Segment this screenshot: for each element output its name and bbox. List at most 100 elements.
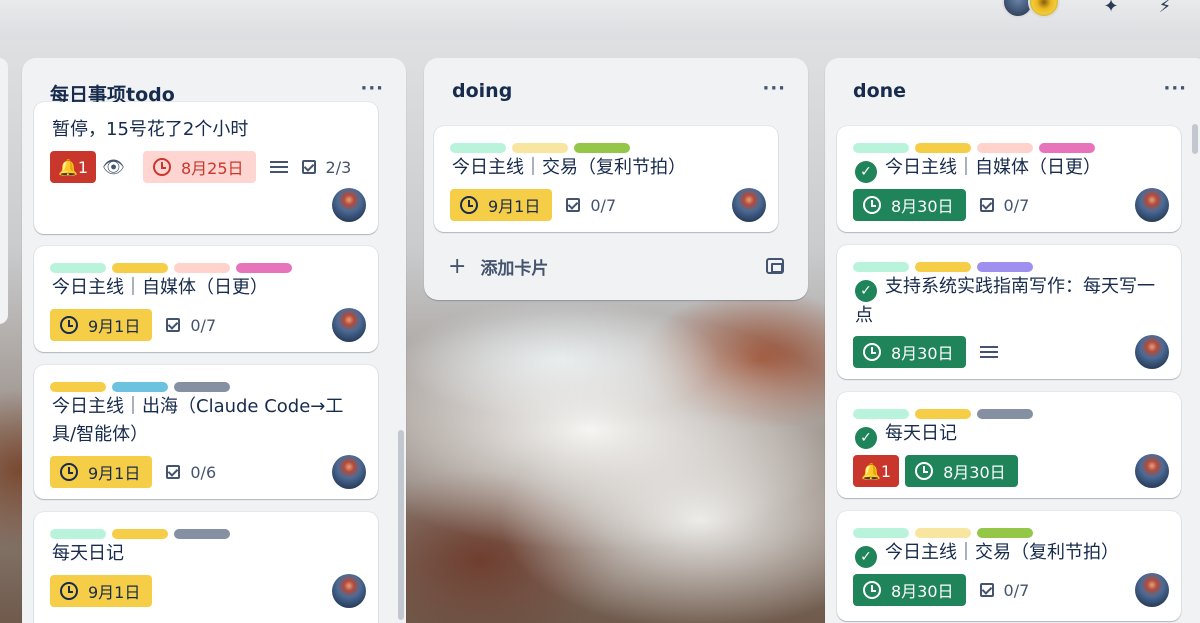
- complete-check-icon[interactable]: ✓: [855, 546, 877, 568]
- card-title: ✓ 今日主线｜交易（复利节拍）: [855, 539, 1155, 568]
- card-labels: [50, 258, 298, 273]
- due-date-badge[interactable]: 8月25日: [142, 151, 256, 183]
- complete-check-icon[interactable]: ✓: [855, 161, 877, 183]
- avatar[interactable]: [332, 455, 366, 489]
- due-date-badge[interactable]: 9月1日: [50, 575, 153, 607]
- due-date-badge[interactable]: 8月30日: [853, 336, 966, 368]
- due-date-badge[interactable]: 8月30日: [853, 574, 966, 606]
- list-menu-icon[interactable]: ···: [360, 78, 384, 99]
- avatar[interactable]: [332, 574, 366, 608]
- label[interactable]: [853, 528, 909, 538]
- label[interactable]: [236, 263, 292, 273]
- card-labels: [50, 524, 236, 539]
- add-card-button[interactable]: + 添加卡片: [448, 254, 548, 279]
- label[interactable]: [853, 409, 909, 419]
- avatar[interactable]: [1135, 573, 1169, 607]
- card-title-text: 今日主线｜交易（复利节拍）: [885, 542, 1119, 563]
- due-date: 8月30日: [891, 344, 954, 363]
- checklist-badge: 0/7: [979, 581, 1029, 600]
- list-menu-icon[interactable]: ···: [762, 78, 786, 99]
- card[interactable]: ✓ 支持系统实践指南写作：每天写一点 8月30日: [837, 245, 1181, 379]
- card[interactable]: 今日主线｜交易（复利节拍） 9月1日 0/7: [434, 126, 778, 232]
- complete-check-icon[interactable]: ✓: [855, 427, 877, 449]
- due-date: 9月1日: [88, 464, 141, 483]
- label[interactable]: [915, 143, 971, 153]
- card-title: 今日主线｜自媒体（日更）: [52, 277, 268, 298]
- label[interactable]: [50, 529, 106, 539]
- card[interactable]: 暂停，15号花了2个小时 🔔 1 👁 8月25日 2/3: [34, 102, 378, 234]
- checklist-count: 0/6: [190, 462, 217, 482]
- label[interactable]: [853, 143, 909, 153]
- list-scrollbar[interactable]: [398, 430, 404, 620]
- notification-badge[interactable]: 🔔 1: [50, 151, 97, 183]
- label[interactable]: [450, 143, 506, 153]
- card-title: 今日主线｜出海（Claude Code→工具/智能体）: [52, 396, 344, 445]
- label[interactable]: [50, 382, 106, 392]
- due-date: 9月1日: [488, 197, 541, 216]
- label[interactable]: [112, 263, 168, 273]
- due-date-badge[interactable]: 9月1日: [50, 456, 153, 488]
- label[interactable]: [977, 143, 1033, 153]
- card[interactable]: ✓ 今日主线｜交易（复利节拍） 8月30日 0/7: [837, 511, 1181, 621]
- label[interactable]: [915, 262, 971, 272]
- list-header: doing ···: [424, 58, 808, 124]
- checklist-badge: 0/7: [566, 196, 616, 215]
- card-badges: 9月1日: [50, 574, 166, 608]
- clock-icon: [60, 463, 78, 481]
- label[interactable]: [915, 528, 971, 538]
- label[interactable]: [174, 529, 230, 539]
- due-date-badge[interactable]: 8月30日: [905, 455, 1018, 487]
- label[interactable]: [112, 382, 168, 392]
- label[interactable]: [977, 409, 1033, 419]
- power-up-icon[interactable]: ⚡: [1154, 0, 1176, 18]
- avatar[interactable]: [1135, 454, 1169, 488]
- avatar[interactable]: [1135, 335, 1169, 369]
- due-date-badge[interactable]: 8月30日: [853, 189, 966, 221]
- list-done: done ··· ✓ 今日主线｜自媒体（日更） 8月30日 0/7 ✓ 支持系统实践…: [825, 58, 1200, 623]
- avatar[interactable]: [332, 188, 366, 222]
- list-title[interactable]: doing: [452, 80, 512, 102]
- due-date: 8月25日: [180, 159, 244, 178]
- avatar[interactable]: [1135, 188, 1169, 222]
- label[interactable]: [512, 143, 568, 153]
- complete-check-icon[interactable]: ✓: [855, 280, 877, 302]
- checklist-count: 0/7: [590, 195, 617, 215]
- notification-count: 1: [880, 461, 892, 481]
- label[interactable]: [853, 262, 909, 272]
- automation-icon[interactable]: ✦: [1100, 0, 1122, 18]
- bell-icon: 🔔: [861, 461, 881, 481]
- label[interactable]: [174, 263, 230, 273]
- member-avatars[interactable]: [1002, 0, 1062, 20]
- due-date-badge[interactable]: 9月1日: [450, 189, 553, 221]
- card[interactable]: ✓ 今日主线｜自媒体（日更） 8月30日 0/7: [837, 126, 1181, 232]
- avatar[interactable]: [332, 308, 366, 342]
- checkbox-icon: [301, 160, 316, 174]
- checklist-count: 2/3: [325, 157, 352, 177]
- card[interactable]: 今日主线｜自媒体（日更） 9月1日 0/7: [34, 246, 378, 352]
- label[interactable]: [915, 409, 971, 419]
- avatar[interactable]: [732, 188, 766, 222]
- watch-icon: 👁: [102, 156, 125, 178]
- due-date-badge[interactable]: 9月1日: [50, 309, 153, 341]
- label[interactable]: [1039, 143, 1095, 153]
- card[interactable]: ✓ 每天日记 🔔 1 8月30日: [837, 392, 1181, 498]
- add-card-label: 添加卡片: [480, 259, 549, 279]
- clock-icon: [152, 158, 171, 176]
- avatar[interactable]: [1028, 0, 1060, 18]
- list-title[interactable]: done: [853, 80, 906, 102]
- label[interactable]: [977, 528, 1033, 538]
- label[interactable]: [574, 143, 630, 153]
- card[interactable]: 今日主线｜出海（Claude Code→工具/智能体） 9月1日 0/6: [34, 365, 378, 499]
- label[interactable]: [112, 529, 168, 539]
- checkbox-icon: [166, 318, 181, 332]
- card-template-icon[interactable]: [766, 258, 784, 274]
- notification-badge[interactable]: 🔔 1: [853, 455, 900, 487]
- card[interactable]: 每天日记 9月1日: [34, 512, 378, 623]
- label[interactable]: [174, 382, 230, 392]
- list-scrollbar[interactable]: [1192, 124, 1198, 154]
- list-menu-icon[interactable]: ···: [1163, 78, 1187, 99]
- list-doing: doing ··· 今日主线｜交易（复利节拍） 9月1日 0/7 + 添加卡片: [424, 58, 808, 300]
- label[interactable]: [50, 263, 106, 273]
- label[interactable]: [977, 262, 1033, 272]
- card-badges: 8月30日 0/7: [853, 573, 1047, 607]
